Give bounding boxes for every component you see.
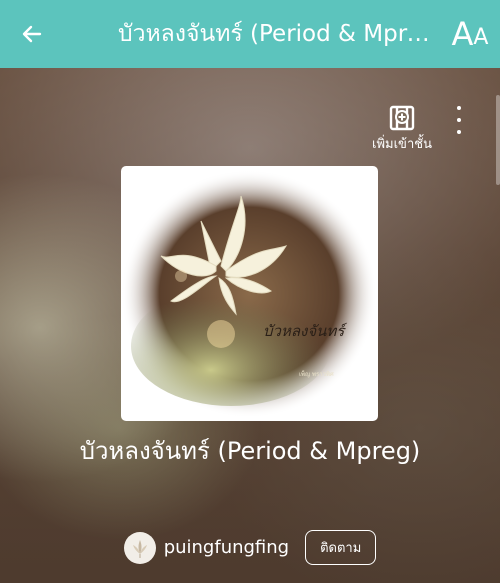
font-size-small-glyph: A (473, 25, 489, 50)
more-options-button[interactable] (449, 106, 469, 134)
author-name[interactable]: puingfungfing (164, 537, 289, 558)
font-size-big-glyph: A (451, 15, 474, 53)
cover-title-text: บัวหลงจันทร์ (263, 322, 347, 340)
author-row: puingfungfing ติดตาม (0, 530, 500, 565)
avatar[interactable] (123, 531, 156, 564)
more-options-dot-icon (457, 130, 461, 134)
add-to-library-button[interactable]: เพิ่มเข้าชั้น (372, 103, 432, 154)
book-cover-image[interactable]: บัวหลงจันทร์ เพ็ญ พราวพิศ (121, 166, 378, 421)
lotus-avatar-icon (132, 539, 147, 558)
font-size-button[interactable]: A A (440, 18, 500, 50)
back-arrow-icon (22, 25, 42, 43)
add-to-library-label: เพิ่มเข้าชั้น (372, 137, 432, 152)
back-button[interactable] (0, 0, 64, 68)
story-detail-screen: บัวหลงจันทร์ (Period & Mpreg) A A เพิ่มเ… (0, 0, 500, 583)
top-app-bar: บัวหลงจันทร์ (Period & Mpreg) A A (0, 0, 500, 68)
library-add-icon (389, 105, 415, 131)
book-title: บัวหลงจันทร์ (Period & Mpreg) (79, 437, 421, 465)
more-options-dot-icon (457, 118, 461, 122)
follow-button[interactable]: ติดตาม (305, 530, 377, 565)
page-title: บัวหลงจันทร์ (Period & Mpreg) (118, 21, 440, 47)
scrollbar[interactable] (496, 95, 500, 185)
more-options-dot-icon (457, 106, 461, 110)
cover-author-text: เพ็ญ พราวพิศ (299, 369, 334, 378)
lotus-cover-art: บัวหลงจันทร์ เพ็ญ พราวพิศ (121, 170, 377, 418)
